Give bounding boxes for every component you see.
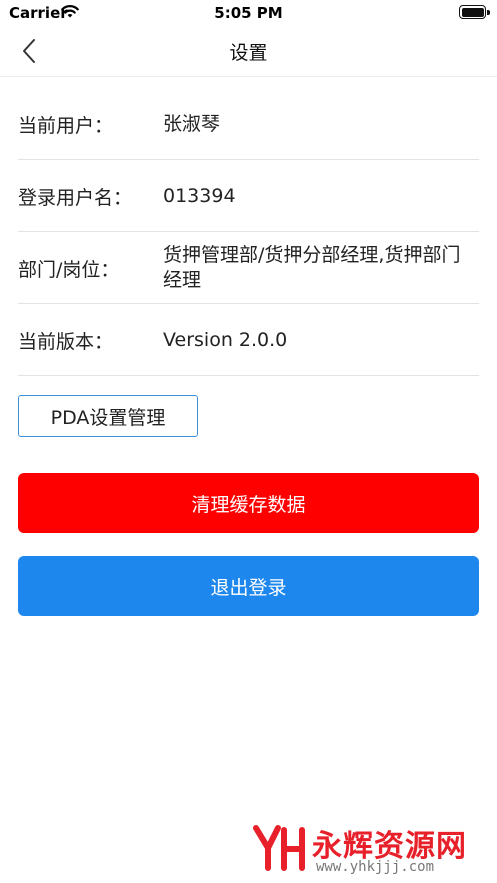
nav-bar: 设置 xyxy=(0,26,497,77)
pda-settings-button[interactable]: PDA设置管理 xyxy=(18,395,198,437)
clear-cache-button[interactable]: 清理缓存数据 xyxy=(18,473,479,533)
status-bar: Carrier 5:05 PM xyxy=(0,0,497,26)
watermark: 永辉资源网 www.yhkjjj.com xyxy=(250,818,490,878)
info-row-current-user: 当前用户： 张淑琴 xyxy=(18,88,479,160)
info-label: 登录用户名： xyxy=(18,186,133,209)
clock-time: 5:05 PM xyxy=(214,4,283,22)
info-label: 当前用户： xyxy=(18,114,114,137)
page-title: 设置 xyxy=(229,42,268,64)
watermark-url: www.yhkjjj.com xyxy=(316,859,435,875)
battery-icon xyxy=(459,5,490,19)
user-info-list: 当前用户： 张淑琴 登录用户名： 013394 部门/岗位： 货押管理部/货押分… xyxy=(18,88,479,376)
info-row-login-username: 登录用户名： 013394 xyxy=(18,160,479,232)
info-value: 013394 xyxy=(163,184,236,207)
info-value: 张淑琴 xyxy=(163,112,221,135)
info-label: 部门/岗位： xyxy=(18,258,120,281)
info-value: Version 2.0.0 xyxy=(163,328,288,351)
info-label: 当前版本： xyxy=(18,330,114,353)
info-value: 货押管理部/货押分部经理,货押部门经理 xyxy=(163,244,461,291)
logout-button[interactable]: 退出登录 xyxy=(18,556,479,616)
info-row-department-position: 部门/岗位： 货押管理部/货押分部经理,货押部门经理 xyxy=(18,232,479,304)
info-row-current-version: 当前版本： Version 2.0.0 xyxy=(18,304,479,376)
watermark-logo-icon xyxy=(253,825,305,871)
